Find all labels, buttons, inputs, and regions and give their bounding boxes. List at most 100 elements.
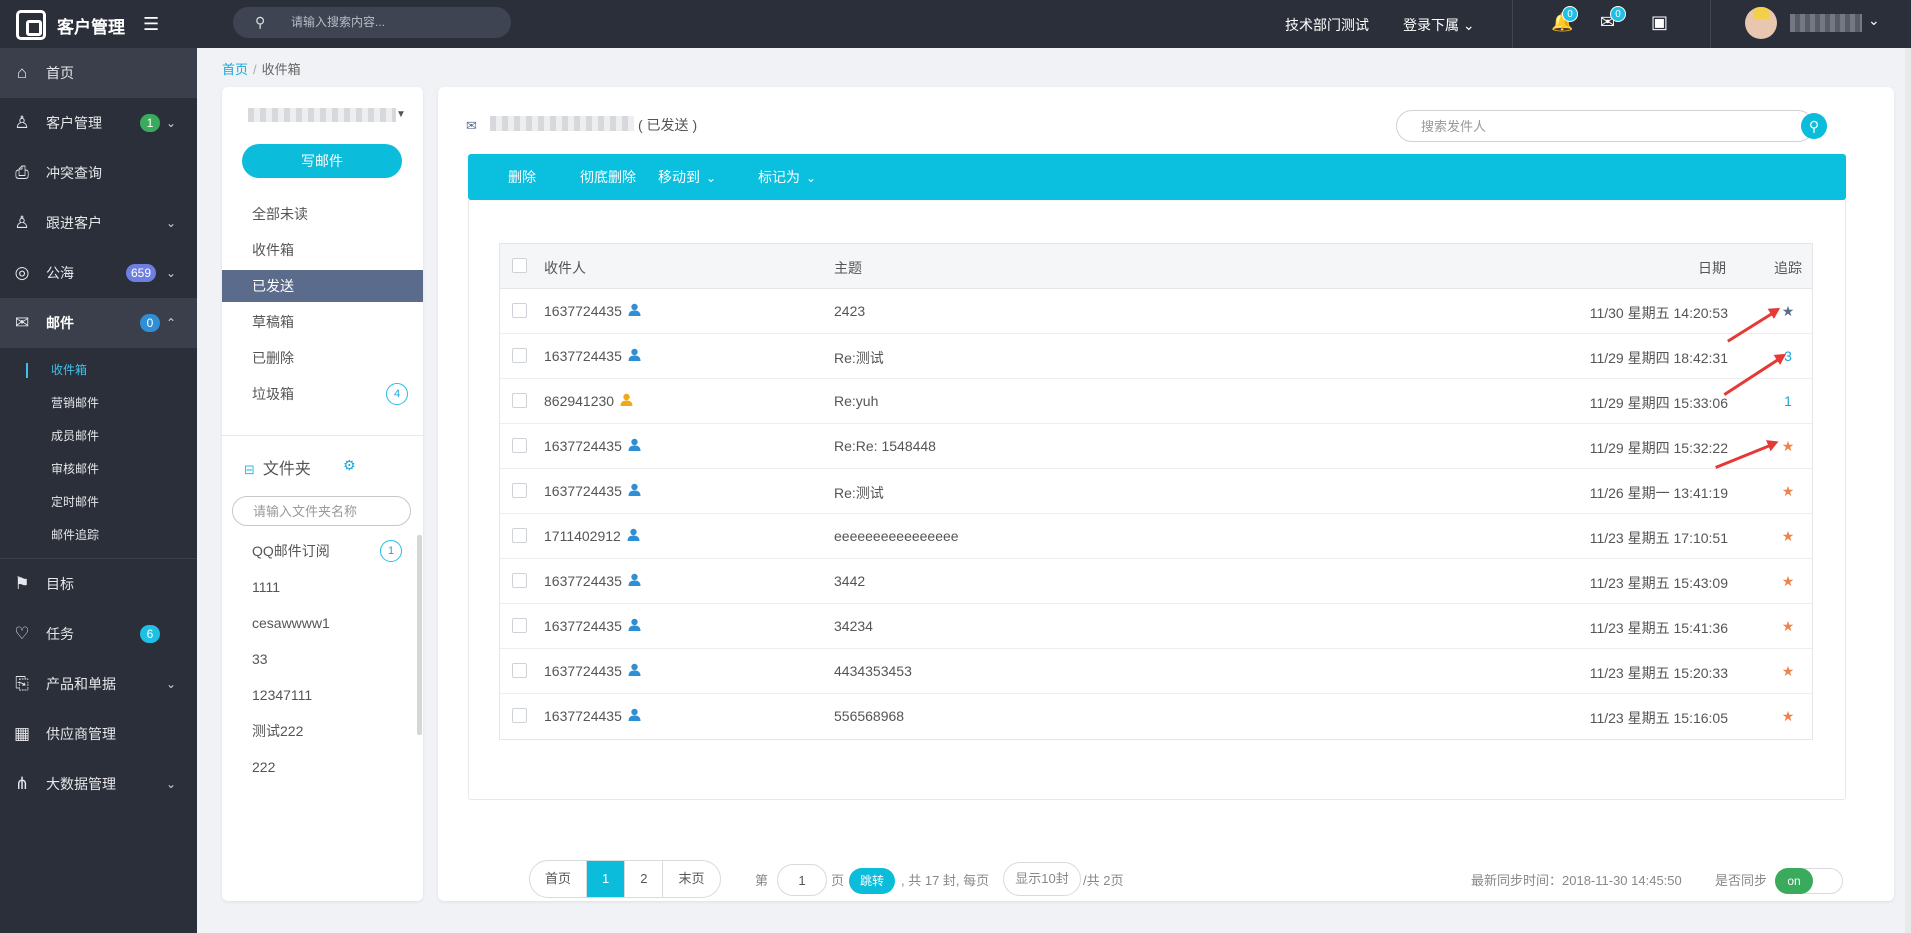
table-row[interactable]: 1711402912 eeeeeeeeeeeeeeee 11/23 星期五 17:1…: [500, 514, 1812, 559]
select-all-checkbox[interactable]: [512, 258, 527, 273]
subject-cell[interactable]: Re:测试: [834, 483, 884, 503]
folder-search-input[interactable]: [232, 496, 411, 526]
sync-toggle[interactable]: on: [1775, 868, 1843, 894]
username-redacted[interactable]: [1790, 14, 1862, 32]
table-row[interactable]: 1637724435Re:测试11/29 星期四 18:42:313: [500, 334, 1812, 379]
sidebar-item-crm[interactable]: ♙ 客户管理 1 ⌄: [0, 98, 197, 148]
row-checkbox[interactable]: [512, 348, 527, 363]
folder-item[interactable]: 1111: [222, 571, 423, 603]
table-row[interactable]: 862941230 Re:yuh 11/29 星期四 15:33:06 1: [500, 379, 1812, 424]
first-page-button[interactable]: 首页: [530, 861, 588, 897]
track-cell[interactable]: ★: [1773, 708, 1803, 725]
chevron-down-icon[interactable]: ⌄: [1868, 12, 1880, 29]
sidebar-subitem-tracking[interactable]: 邮件追踪: [0, 519, 197, 552]
delete-button[interactable]: 删除: [508, 154, 536, 200]
track-cell[interactable]: 1: [1773, 393, 1803, 409]
subject-cell[interactable]: 556568968: [834, 708, 904, 724]
row-checkbox[interactable]: [512, 483, 527, 498]
compose-button[interactable]: 写邮件: [242, 144, 402, 178]
track-cell[interactable]: ★: [1773, 573, 1803, 590]
folder-section-title[interactable]: ⊟ 文件夹: [244, 455, 311, 479]
mailbox-item-unread[interactable]: 全部未读: [222, 198, 423, 230]
row-checkbox[interactable]: [512, 618, 527, 633]
row-checkbox[interactable]: [512, 393, 527, 408]
archive-icon[interactable]: ▣: [1651, 12, 1668, 33]
breadcrumb-home-link[interactable]: 首页: [222, 62, 248, 77]
subject-cell[interactable]: Re:yuh: [834, 393, 878, 409]
row-checkbox[interactable]: [512, 573, 527, 588]
purge-button[interactable]: 彻底删除: [580, 154, 636, 200]
sidebar-item-public[interactable]: ◎ 公海 659 ⌄: [0, 248, 197, 298]
per-page-select[interactable]: 显示10封: [1003, 862, 1081, 896]
folder-item[interactable]: 33: [222, 643, 423, 675]
global-search[interactable]: ⚲: [233, 7, 511, 38]
track-cell[interactable]: ★: [1773, 618, 1803, 635]
department-name[interactable]: 技术部门测试: [1285, 15, 1369, 35]
sidebar-subitem-marketing[interactable]: 营销邮件: [0, 387, 197, 420]
login-subordinate-dropdown[interactable]: 登录下属 ⌄: [1403, 15, 1475, 35]
sidebar-item-goal[interactable]: ⚑ 目标: [0, 559, 197, 609]
subject-cell[interactable]: Re:测试: [834, 348, 884, 368]
subject-cell[interactable]: 34234: [834, 618, 873, 634]
subject-cell[interactable]: 2423: [834, 303, 865, 319]
folder-item[interactable]: 12347111: [222, 679, 423, 711]
gear-icon[interactable]: ⚙: [343, 457, 356, 474]
folder-item[interactable]: QQ邮件订阅 1: [222, 535, 423, 567]
sidebar-item-bigdata[interactable]: ⋔ 大数据管理 ⌄: [0, 759, 197, 809]
sidebar-item-followup[interactable]: ♙ 跟进客户 ⌄: [0, 198, 197, 248]
mailbox-item-deleted[interactable]: 已删除: [222, 342, 423, 374]
search-icon[interactable]: ⚲: [1801, 113, 1827, 139]
table-row[interactable]: 1637724435 2423 11/30 星期五 14:20:53 ★: [500, 289, 1812, 334]
table-row[interactable]: 1637724435 4434353453 11/23 星期五 15:20:33 ★: [500, 649, 1812, 694]
track-cell[interactable]: ★: [1773, 528, 1803, 545]
track-cell[interactable]: ★: [1773, 663, 1803, 680]
subject-cell[interactable]: 3442: [834, 573, 865, 589]
mailbox-item-sent[interactable]: 已发送: [222, 270, 423, 302]
row-checkbox[interactable]: [512, 663, 527, 678]
mark-as-dropdown[interactable]: 标记为 ⌄: [758, 154, 816, 200]
table-row[interactable]: 1637724435 3442 11/23 星期五 15:43:09 ★: [500, 559, 1812, 604]
table-row[interactable]: 1637724435 Re:Re: 1548448 11/29 星期四 15:32:…: [500, 424, 1812, 469]
sidebar-item-conflict[interactable]: ⎙ 冲突查询: [0, 148, 197, 198]
row-checkbox[interactable]: [512, 303, 527, 318]
mailbox-item-spam[interactable]: 垃圾箱 4: [222, 378, 423, 410]
sidebar-subitem-member[interactable]: 成员邮件: [0, 420, 197, 453]
move-to-dropdown[interactable]: 移动到 ⌄: [658, 154, 716, 200]
table-row[interactable]: 1637724435 Re:测试 11/26 星期一 13:41:19 ★: [500, 469, 1812, 514]
global-search-input[interactable]: [291, 13, 491, 31]
last-page-button[interactable]: 末页: [663, 861, 719, 897]
folder-item[interactable]: cesawwww1: [222, 607, 423, 639]
table-row[interactable]: 1637724435 556568968 11/23 星期五 15:16:05 ★: [500, 694, 1812, 739]
scrollbar[interactable]: [417, 535, 422, 735]
row-checkbox[interactable]: [512, 438, 527, 453]
avatar[interactable]: [1745, 7, 1777, 39]
mailbox-item-drafts[interactable]: 草稿箱: [222, 306, 423, 338]
sender-search-input[interactable]: [1396, 110, 1814, 142]
folder-item[interactable]: 测试222: [222, 715, 423, 747]
subject-cell[interactable]: Re:Re: 1548448: [834, 438, 936, 454]
row-checkbox[interactable]: [512, 708, 527, 723]
sidebar-item-home[interactable]: ⌂ 首页: [0, 48, 197, 98]
sidebar-item-supplier[interactable]: ▦ 供应商管理: [0, 709, 197, 759]
page-number-input[interactable]: [777, 864, 827, 896]
sidebar-item-mail[interactable]: ✉ 邮件 0 ⌃: [0, 298, 197, 348]
collapse-minus-icon[interactable]: ⊟: [244, 462, 255, 477]
page-2-button[interactable]: 2: [625, 861, 664, 897]
account-selector-redacted[interactable]: [248, 108, 396, 122]
mailbox-item-inbox[interactable]: 收件箱: [222, 234, 423, 266]
page-scrollbar[interactable]: [1905, 48, 1911, 933]
row-checkbox[interactable]: [512, 528, 527, 543]
table-row[interactable]: 1637724435 34234 11/23 星期五 15:41:36 ★: [500, 604, 1812, 649]
folder-item[interactable]: 222: [222, 751, 423, 783]
sidebar-subitem-scheduled[interactable]: 定时邮件: [0, 486, 197, 519]
menu-toggle-icon[interactable]: ☰: [143, 14, 159, 35]
caret-down-icon[interactable]: ▼: [396, 109, 406, 120]
sidebar-item-product[interactable]: ⎘ 产品和单据 ⌄: [0, 659, 197, 709]
subject-cell[interactable]: eeeeeeeeeeeeeeee: [834, 528, 959, 544]
jump-button[interactable]: 跳转: [849, 868, 895, 894]
sidebar-subitem-inbox[interactable]: 收件箱: [0, 354, 197, 387]
track-cell[interactable]: ★: [1773, 483, 1803, 500]
sidebar-item-task[interactable]: ♡ 任务 6: [0, 609, 197, 659]
sidebar-subitem-review[interactable]: 审核邮件: [0, 453, 197, 486]
subject-cell[interactable]: 4434353453: [834, 663, 912, 679]
